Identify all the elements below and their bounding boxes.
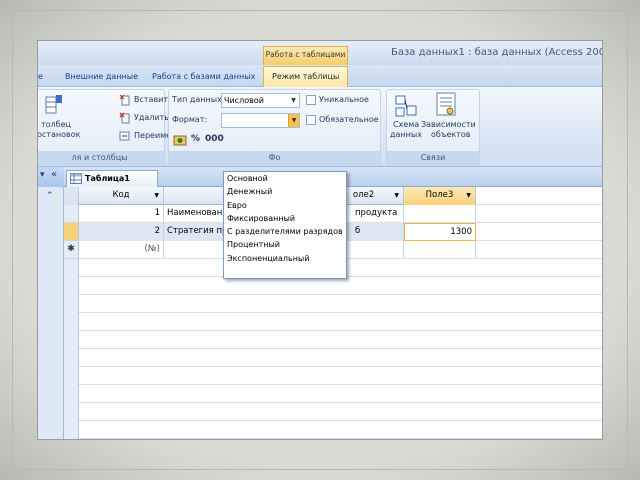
unique-checkbox[interactable] [306,95,316,105]
insert-column-icon [119,94,130,106]
format-dropdown-list: Основной Денежный Евро Фиксированный С р… [223,171,347,279]
table-icon [70,173,82,184]
group-label-formatting: Фо [169,151,380,164]
currency-format-icon[interactable] [173,133,187,147]
lookup-column-icon [45,95,62,114]
format-option-general[interactable]: Основной [224,172,346,185]
group-label-fields-columns: ля и столбцы [38,151,164,164]
required-checkbox[interactable] [306,115,316,125]
chevron-down-icon[interactable]: ▼ [288,114,299,127]
group-datatype-formatting: Тип данных: Числовой ▼ Уникальное Формат… [168,89,381,165]
column-header-id[interactable]: Код ▼ [79,187,164,205]
chevron-down-icon[interactable]: ▼ [394,187,399,204]
tab-external-data[interactable]: Внешние данные [65,69,138,87]
row-selector[interactable] [64,205,79,223]
format-option-scientific[interactable]: Экспоненциальный [224,252,346,265]
new-record-icon: ✱ [64,241,79,259]
format-option-currency[interactable]: Денежный [224,185,346,198]
tab-database-tools[interactable]: Работа с базами данных [152,69,255,87]
relationships-icon[interactable] [395,94,417,118]
cell-field3[interactable]: 1300 [404,223,476,241]
unique-label: Уникальное [319,95,369,104]
select-all-corner[interactable] [64,187,79,205]
chevron-down-icon[interactable]: ▾ [40,170,45,180]
cell-field3[interactable] [404,205,476,223]
percent-format-button[interactable]: % [191,134,200,144]
row-selector[interactable] [64,223,79,241]
context-tab-header: Работа с таблицами [263,46,348,65]
group-label-relationships: Связи [387,151,479,164]
insert-button[interactable]: Вставить [134,95,173,104]
format-option-fixed[interactable]: Фиксированный [224,212,346,225]
ribbon-tabs: е Внешние данные Работа с базами данных … [38,65,602,88]
thousands-format-button[interactable]: 000 [205,134,224,144]
nav-pane-header: ▾ « [38,167,64,187]
slide-background: Работа с таблицами База данных1 : база д… [0,0,640,480]
group-relationships: Схема данных Зависимости объектов Связи [386,89,480,165]
chevron-down-icon[interactable]: ▼ [466,187,471,204]
format-option-percent[interactable]: Процентный [224,238,346,251]
dependencies-label-2[interactable]: объектов [431,130,471,139]
lookup-column-label-1[interactable]: толбец [41,120,71,129]
format-option-standard[interactable]: С разделителями разрядов [224,225,346,238]
format-select[interactable]: ▼ [221,113,300,128]
tab-create[interactable]: е [38,69,43,87]
chevron-down-icon[interactable]: ▼ [154,187,159,204]
document-tab-table1[interactable]: Таблица1 [66,170,158,187]
column-header-field2-label: оле2 [352,190,375,200]
ribbon: толбец остановок Вставить Удалить Переим… [38,87,602,167]
chevron-down-icon[interactable]: ▼ [288,94,299,107]
format-option-euro[interactable]: Евро [224,199,346,212]
format-label: Формат: [172,115,208,124]
access-window: Работа с таблицами База данных1 : база д… [37,40,603,440]
dependencies-label-1[interactable]: Зависимости [421,120,476,129]
window-title: База данных1 : база данных (Access 2007)… [391,47,602,58]
title-bar: Работа с таблицами База данных1 : база д… [38,41,602,65]
formatting-label-text: Фо [268,153,281,162]
datatype-select[interactable]: Числовой ▼ [221,93,300,108]
relationships-label-2[interactable]: данных [390,130,422,139]
scroll-up-icon[interactable]: ⌃ [46,191,54,201]
document-tab-label: Таблица1 [85,174,130,183]
tab-datasheet[interactable]: Режим таблицы [263,66,349,88]
delete-button[interactable]: Удалить [134,113,169,122]
lookup-column-label-2[interactable]: остановок [38,130,80,139]
required-label: Обязательное [319,115,379,124]
column-header-field3[interactable]: Поле3 ▼ [404,187,476,205]
cell-field3-new[interactable] [404,241,476,259]
datatype-label: Тип данных: [172,95,225,104]
group-fields-columns: толбец остановок Вставить Удалить Переим… [38,89,200,165]
delete-column-icon [119,112,130,124]
cell-id[interactable]: 2 [79,223,164,241]
cell-id[interactable]: 1 [79,205,164,223]
cell-id-new[interactable]: (№) [79,241,164,259]
datatype-value: Числовой [224,96,264,105]
navigation-pane: ▾ « ⌃ [38,167,64,439]
object-dependencies-icon[interactable] [435,92,459,118]
column-header-field3-label: Поле3 [425,190,454,200]
column-header-id-label: Код [112,190,130,200]
rename-column-icon [119,131,130,141]
collapse-nav-button[interactable]: « [51,169,57,180]
relationships-label-1[interactable]: Схема [393,120,419,129]
